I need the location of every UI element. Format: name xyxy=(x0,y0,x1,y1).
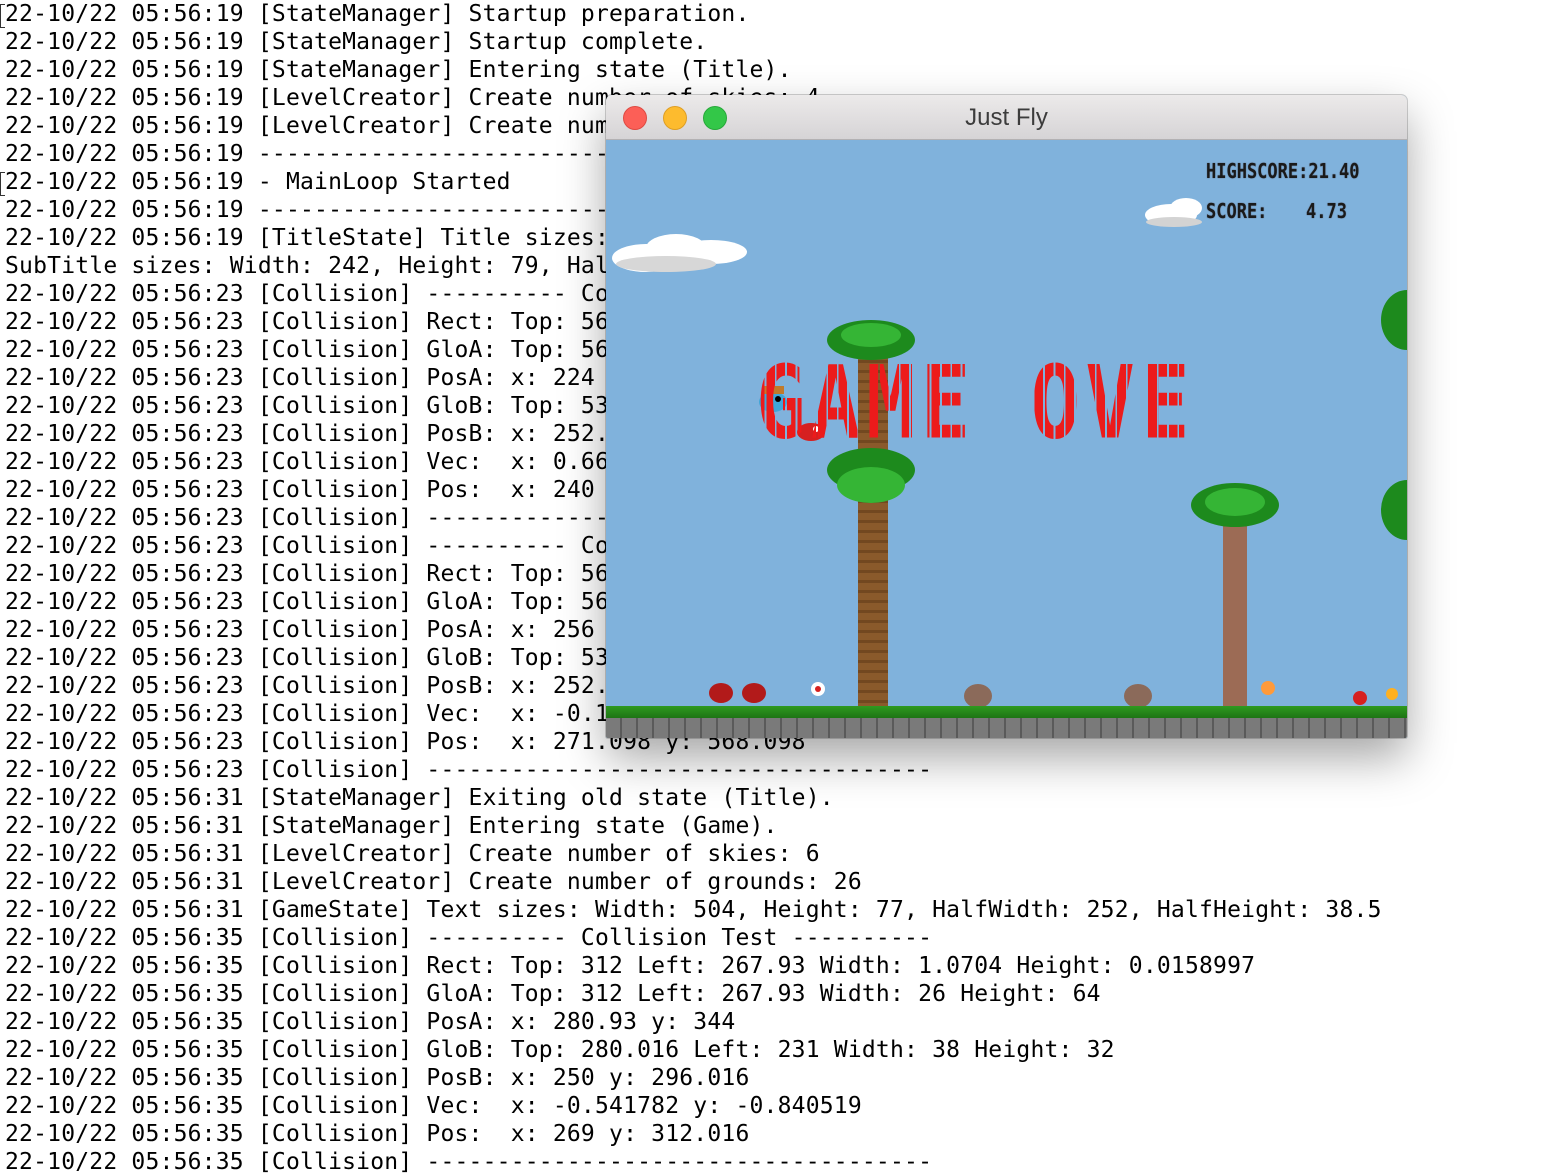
log-line: 22-10/22 05:56:23 [Collision] PosB: x: 2… xyxy=(5,421,610,447)
log-line: 22-10/22 05:56:23 [Collision] Vec: x: 0.… xyxy=(5,449,610,475)
log-line: 22-10/22 05:56:19 [StateManager] Startup… xyxy=(5,1,750,27)
log-line: 22-10/22 05:56:23 [Collision] Rect: Top:… xyxy=(5,561,610,587)
log-line: 22-10/22 05:56:31 [StateManager] Enterin… xyxy=(5,813,778,839)
log-line: 22-10/22 05:56:23 [Collision] Rect: Top:… xyxy=(5,309,610,335)
log-line: 22-10/22 05:56:23 [Collision] GloB: Top:… xyxy=(5,393,610,419)
log-line: 22-10/22 05:56:35 [Collision] GloA: Top:… xyxy=(5,981,1101,1007)
log-line: 22-10/22 05:56:23 [Collision] ----------… xyxy=(5,533,610,559)
log-line: 22-10/22 05:56:35 [Collision] PosB: x: 2… xyxy=(5,1065,750,1091)
log-line: 22-10/22 05:56:23 [Collision] GloB: Top:… xyxy=(5,645,610,671)
palm-leaves-icon xyxy=(1381,290,1407,540)
log-line: 22-10/22 05:56:19 - MainLoop Started xyxy=(5,169,511,195)
log-line: 22-10/22 05:56:35 [Collision] GloB: Top:… xyxy=(5,1037,1115,1063)
highscore-label: HIGHSCORE:21.40 xyxy=(1206,160,1360,184)
log-line: 22-10/22 05:56:23 [Collision] PosB: x: 2… xyxy=(5,673,610,699)
log-line: 22-10/22 05:56:23 [Collision] PosA: x: 2… xyxy=(5,617,595,643)
cloud-icon xyxy=(612,234,747,272)
log-line: 22-10/22 05:56:35 [Collision] Vec: x: -0… xyxy=(5,1093,862,1119)
log-line: 22-10/22 05:56:31 [GameState] Text sizes… xyxy=(5,897,1382,923)
score-label: SCORE: xyxy=(1206,200,1268,224)
window-title: Just Fly xyxy=(965,104,1048,131)
cloud-icon xyxy=(1145,198,1202,227)
log-line: 22-10/22 05:56:19 [StateManager] Startup… xyxy=(5,29,708,55)
mushroom-icon xyxy=(709,683,766,703)
selection-mark xyxy=(0,4,5,28)
score-value: 4.73 xyxy=(1306,200,1347,224)
log-line: 22-10/22 05:56:35 [Collision] Pos: x: 26… xyxy=(5,1121,750,1147)
log-line: 22-10/22 05:56:19 [TitleState] Title siz… xyxy=(5,225,610,251)
log-line: 22-10/22 05:56:23 [Collision] GloA: Top:… xyxy=(5,589,610,615)
window-titlebar[interactable]: Just Fly xyxy=(606,95,1407,140)
game-over-text: GAME OVER xyxy=(756,344,1250,462)
log-line: 22-10/22 05:56:23 [Collision] GloA: Top:… xyxy=(5,337,610,363)
log-line: 22-10/22 05:56:35 [Collision] Rect: Top:… xyxy=(5,953,1256,979)
log-line: 22-10/22 05:56:31 [StateManager] Exiting… xyxy=(5,785,834,811)
ground-stone xyxy=(606,718,1407,738)
flower-icon xyxy=(811,682,825,696)
log-line: 22-10/22 05:56:19 ----------------------… xyxy=(5,197,624,223)
game-canvas[interactable]: HIGHSCORE:21.40 SCORE: 4.73 GAME OVER xyxy=(606,140,1407,738)
log-line: SubTitle sizes: Width: 242, Height: 79, … xyxy=(5,253,610,279)
flower-icon xyxy=(1261,681,1398,705)
log-line: 22-10/22 05:56:23 [Collision] Pos: x: 24… xyxy=(5,477,595,503)
log-line: 22-10/22 05:56:19 ----------------------… xyxy=(5,141,624,167)
game-window[interactable]: Just Fly HIGHSCORE:21.40 SCORE: 4.73 GAM… xyxy=(606,95,1407,738)
log-line: 22-10/22 05:56:35 [Collision] PosA: x: 2… xyxy=(5,1009,736,1035)
ground-grass xyxy=(606,706,1407,718)
selection-mark xyxy=(0,172,5,196)
log-line: 22-10/22 05:56:23 [Collision] Vec: x: -0… xyxy=(5,701,610,727)
log-line: 22-10/22 05:56:19 [LevelCreator] Create … xyxy=(5,113,610,139)
log-line: 22-10/22 05:56:23 [Collision] PosA: x: 2… xyxy=(5,365,595,391)
log-line: 22-10/22 05:56:23 [Collision] ----------… xyxy=(5,505,624,531)
rock-icon xyxy=(964,684,1152,708)
log-line: 22-10/22 05:56:23 [Collision] ----------… xyxy=(5,757,933,783)
log-line: 22-10/22 05:56:31 [LevelCreator] Create … xyxy=(5,869,862,895)
log-line: 22-10/22 05:56:35 [Collision] ----------… xyxy=(5,925,933,951)
log-line: 22-10/22 05:56:23 [Collision] ----------… xyxy=(5,281,610,307)
log-line: 22-10/22 05:56:19 [StateManager] Enterin… xyxy=(5,57,792,83)
log-line: 22-10/22 05:56:31 [LevelCreator] Create … xyxy=(5,841,820,867)
palm-tree-icon xyxy=(1191,483,1279,706)
